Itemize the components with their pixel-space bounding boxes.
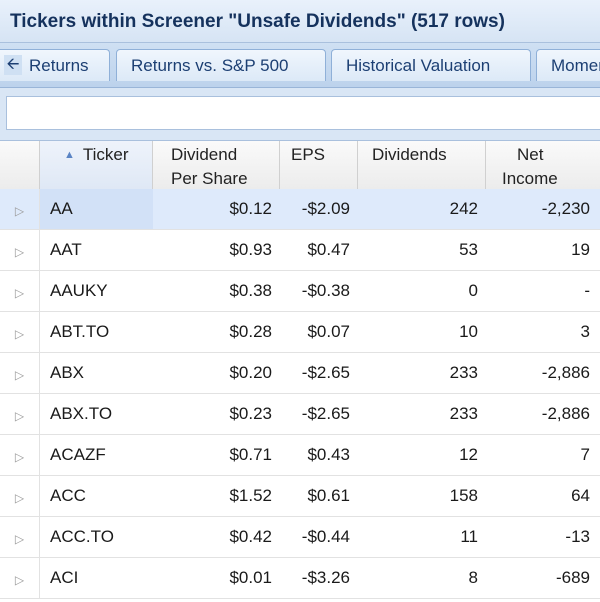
eps-cell: -$3.26	[301, 568, 350, 587]
dividend-per-share-cell: $0.28	[229, 322, 272, 341]
ticker-cell: AAUKY	[50, 281, 108, 300]
ticker-cell: ACAZF	[50, 445, 106, 464]
grid-body: ▷ AA $0.12 -$2.09 242 -2,230 ▷ AAT $0.93…	[0, 189, 600, 599]
net-income-cell: -2,886	[541, 363, 590, 382]
triangle-right-icon[interactable]: ▷	[0, 558, 40, 598]
dividend-per-share-cell: $0.38	[229, 281, 272, 300]
expander-header	[0, 141, 40, 189]
table-row[interactable]: ▷ ACI $0.01 -$3.26 8 -689	[0, 558, 600, 599]
ticker-cell: ABX	[50, 363, 85, 382]
triangle-right-icon[interactable]: ▷	[0, 189, 40, 229]
eps-cell: -$2.65	[301, 363, 350, 382]
table-row[interactable]: ▷ AAUKY $0.38 -$0.38 0 -	[0, 271, 600, 312]
column-header-dividends[interactable]: Dividends	[358, 141, 486, 189]
triangle-right-icon[interactable]: ▷	[0, 271, 40, 311]
table-row[interactable]: ▷ ABT.TO $0.28 $0.07 10 3	[0, 312, 600, 353]
triangle-right-icon[interactable]: ▷	[0, 394, 40, 434]
table-row[interactable]: ▷ ACC.TO $0.42 -$0.44 11 -13	[0, 517, 600, 558]
net-income-cell: 7	[580, 445, 590, 464]
eps-cell: $0.47	[307, 240, 350, 259]
net-income-cell: -2,230	[541, 199, 590, 218]
triangle-right-icon[interactable]: ▷	[0, 435, 40, 475]
ticker-cell: ABX.TO	[50, 404, 113, 423]
triangle-right-icon[interactable]: ▷	[0, 353, 40, 393]
column-header-net-income[interactable]: Net Income	[486, 141, 600, 189]
dividends-cell: 8	[468, 568, 478, 587]
dividend-per-share-cell: $0.71	[229, 445, 272, 464]
column-header-eps[interactable]: EPS	[280, 141, 358, 189]
dividends-cell: 12	[459, 445, 478, 464]
ticker-cell: ACC.TO	[50, 527, 114, 546]
table-row[interactable]: ▷ AA $0.12 -$2.09 242 -2,230	[0, 189, 600, 230]
dividends-cell: 10	[459, 322, 478, 341]
grid-header: ▲ Ticker Dividend Per Share EPS Dividends…	[0, 141, 600, 190]
table-row[interactable]: ▷ ABX.TO $0.23 -$2.65 233 -2,886	[0, 394, 600, 435]
table-row[interactable]: ▷ ABX $0.20 -$2.65 233 -2,886	[0, 353, 600, 394]
dividends-cell: 53	[459, 240, 478, 259]
eps-cell: $0.43	[307, 445, 350, 464]
column-header-ticker[interactable]: ▲ Ticker	[40, 141, 153, 189]
triangle-right-icon[interactable]: ▷	[0, 476, 40, 516]
table-row[interactable]: ▷ ACAZF $0.71 $0.43 12 7	[0, 435, 600, 476]
dividends-cell: 242	[449, 199, 478, 218]
dividend-per-share-cell: $0.23	[229, 404, 272, 423]
dividend-per-share-cell: $1.52	[229, 486, 272, 505]
dividend-per-share-cell: $0.42	[229, 527, 272, 546]
eps-cell: -$2.65	[301, 404, 350, 423]
table-row[interactable]: ▷ AAT $0.93 $0.47 53 19	[0, 230, 600, 271]
eps-cell: $0.07	[307, 322, 350, 341]
dividend-per-share-cell: $0.20	[229, 363, 272, 382]
net-income-cell: 3	[580, 322, 590, 341]
window-title: Tickers within Screener "Unsafe Dividend…	[10, 11, 505, 32]
window-titlebar: Tickers within Screener "Unsafe Dividend…	[0, 0, 600, 43]
table-row[interactable]: ▷ ACC $1.52 $0.61 158 64	[0, 476, 600, 517]
net-income-cell: 19	[571, 240, 590, 259]
toolbar-strip	[0, 88, 600, 141]
tab-historical-valuation[interactable]: Historical Valuation	[331, 49, 531, 81]
eps-cell: -$2.09	[301, 199, 350, 218]
dividend-per-share-cell: $0.12	[229, 199, 272, 218]
arrow-left-icon[interactable]: 🡨	[4, 55, 22, 75]
ticker-cell: AAT	[50, 240, 82, 259]
ticker-cell: ACI	[50, 568, 79, 587]
tab-returns-vs-sp500[interactable]: Returns vs. S&P 500	[116, 49, 326, 81]
net-income-cell: -2,886	[541, 404, 590, 423]
dividends-cell: 158	[449, 486, 478, 505]
eps-cell: -$0.38	[301, 281, 350, 300]
net-income-cell: -689	[555, 568, 590, 587]
net-income-cell: 64	[571, 486, 590, 505]
eps-cell: $0.61	[307, 486, 350, 505]
ticker-cell: AA	[40, 189, 153, 229]
triangle-right-icon[interactable]: ▷	[0, 230, 40, 270]
dividends-cell: 233	[449, 363, 478, 382]
tab-bar: 🡨 Returns Returns vs. S&P 500 Historical…	[0, 43, 600, 88]
tab-momentum[interactable]: Momentum	[536, 49, 600, 81]
dividends-cell: 11	[460, 527, 478, 546]
ticker-cell: ACC	[50, 486, 86, 505]
eps-cell: -$0.44	[301, 527, 350, 546]
triangle-right-icon[interactable]: ▷	[0, 517, 40, 557]
triangle-right-icon[interactable]: ▷	[0, 312, 40, 352]
dividends-cell: 233	[449, 404, 478, 423]
net-income-cell: -13	[565, 527, 590, 546]
filter-box[interactable]	[6, 96, 600, 130]
dividend-per-share-cell: $0.93	[229, 240, 272, 259]
net-income-cell: -	[584, 281, 590, 300]
dividends-cell: 0	[468, 281, 478, 300]
column-header-dividend-per-share[interactable]: Dividend Per Share	[153, 141, 280, 189]
sort-ascending-icon: ▲	[64, 149, 75, 161]
ticker-cell: ABT.TO	[50, 322, 110, 341]
dividend-per-share-cell: $0.01	[229, 568, 272, 587]
